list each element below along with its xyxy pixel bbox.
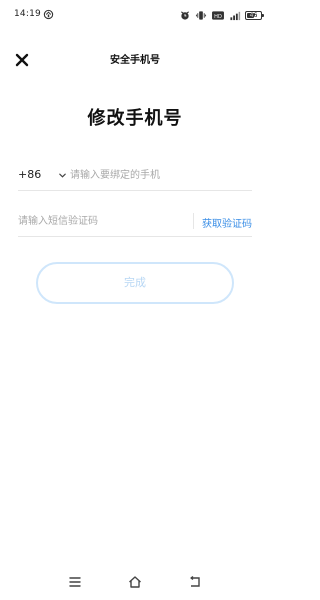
signal-icon [230, 11, 241, 20]
status-icons: HD 46 [179, 9, 264, 21]
battery-icon: 46 [245, 10, 264, 20]
status-bar: 14:19 HD 46 [0, 0, 270, 30]
header: 安全手机号 [0, 44, 270, 74]
alarm-icon [181, 10, 189, 20]
page-title: 修改手机号 [87, 108, 183, 129]
menu-icon[interactable] [67, 574, 83, 590]
notification-icon [43, 9, 54, 20]
navigation-bar [0, 566, 270, 600]
wifi-icon: HD [212, 10, 224, 19]
battery-level: 46 [249, 11, 258, 19]
verification-code-input[interactable] [18, 210, 178, 232]
header-title: 安全手机号 [110, 55, 160, 66]
back-icon[interactable] [187, 574, 203, 590]
status-time: 14:19 [14, 9, 41, 19]
submit-button[interactable]: 完成 [36, 262, 234, 304]
chevron-down-icon[interactable] [58, 171, 67, 180]
phone-input[interactable] [70, 164, 252, 186]
country-code-selector[interactable]: +86 [18, 168, 41, 181]
phone-row: +86 [18, 160, 252, 191]
verification-code-row: 获取验证码 [18, 206, 252, 237]
vibrate-icon [195, 10, 207, 20]
svg-text:HD: HD [214, 13, 222, 19]
get-code-button[interactable]: 获取验证码 [202, 215, 252, 230]
home-icon[interactable] [127, 574, 143, 590]
divider [193, 213, 194, 229]
